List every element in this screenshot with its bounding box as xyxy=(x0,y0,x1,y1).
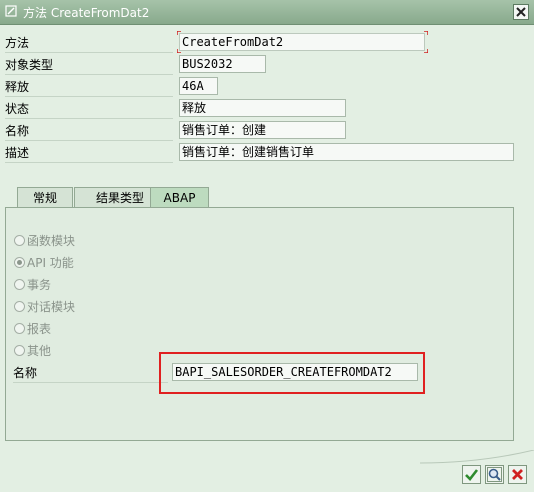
radio-label: 对话模块 xyxy=(27,300,76,314)
focus-corner xyxy=(177,31,181,35)
tab-abap[interactable]: ABAP xyxy=(150,187,209,209)
release-label: 释放 xyxy=(5,80,30,94)
status-field[interactable]: 释放 xyxy=(179,99,346,117)
radio-circle xyxy=(14,323,25,334)
description-field[interactable]: 销售订单：创建销售订单 xyxy=(179,143,514,161)
radio-dialog-module[interactable]: 对话模块 xyxy=(14,299,75,315)
close-button[interactable] xyxy=(513,4,529,20)
release-field[interactable]: 46A xyxy=(179,77,218,95)
resize-grip xyxy=(420,450,534,464)
radio-label: 事务 xyxy=(27,278,52,292)
radio-label: 函数模块 xyxy=(27,234,76,248)
confirm-button[interactable] xyxy=(462,465,481,484)
focus-corner xyxy=(424,31,428,35)
method-label: 方法 xyxy=(5,36,30,50)
object-type-field[interactable]: BUS2032 xyxy=(179,55,266,73)
radio-circle xyxy=(14,235,25,246)
radio-label: API 功能 xyxy=(27,256,74,270)
row-divider xyxy=(5,162,173,163)
description-label: 描述 xyxy=(5,146,30,160)
row-divider xyxy=(5,140,173,141)
display-button[interactable] xyxy=(485,465,504,484)
radio-other[interactable]: 其他 xyxy=(14,343,51,359)
name-label: 名称 xyxy=(5,124,30,138)
radio-circle xyxy=(14,345,25,356)
close-icon xyxy=(516,7,526,17)
radio-circle xyxy=(14,301,25,312)
radio-selected-dot xyxy=(17,260,22,265)
title-bar: 方法 CreateFromDat2 xyxy=(0,0,534,25)
radio-label: 其他 xyxy=(27,344,52,358)
window-title: 方法 CreateFromDat2 xyxy=(23,6,150,20)
cancel-button[interactable] xyxy=(508,465,527,484)
radio-transaction[interactable]: 事务 xyxy=(14,277,51,293)
magnifier-icon xyxy=(487,467,502,482)
radio-api-function[interactable]: API 功能 xyxy=(14,255,74,271)
radio-report[interactable]: 报表 xyxy=(14,321,51,337)
method-field[interactable]: CreateFromDat2 xyxy=(179,33,425,51)
cancel-x-icon xyxy=(512,469,523,480)
edit-window-icon xyxy=(5,5,17,17)
highlight-box xyxy=(159,352,425,394)
row-divider xyxy=(5,52,173,53)
radio-function-module[interactable]: 函数模块 xyxy=(14,233,75,249)
radio-circle xyxy=(14,257,25,268)
row-divider xyxy=(5,96,173,97)
tab-general[interactable]: 常规 xyxy=(17,187,73,208)
focus-corner xyxy=(424,49,428,53)
radio-label: 报表 xyxy=(27,322,52,336)
object-type-label: 对象类型 xyxy=(5,58,54,72)
checkmark-icon xyxy=(465,469,479,481)
row-divider xyxy=(5,74,173,75)
row-divider xyxy=(13,382,168,383)
row-divider xyxy=(5,118,173,119)
abap-panel: 函数模块 API 功能 事务 对话模块 报表 其他 名称 BAPI_SALESO… xyxy=(5,207,514,441)
radio-circle xyxy=(14,279,25,290)
name-field[interactable]: 销售订单：创建 xyxy=(179,121,346,139)
status-label: 状态 xyxy=(5,102,30,116)
abap-name-label: 名称 xyxy=(13,366,38,380)
focus-corner xyxy=(177,49,181,53)
